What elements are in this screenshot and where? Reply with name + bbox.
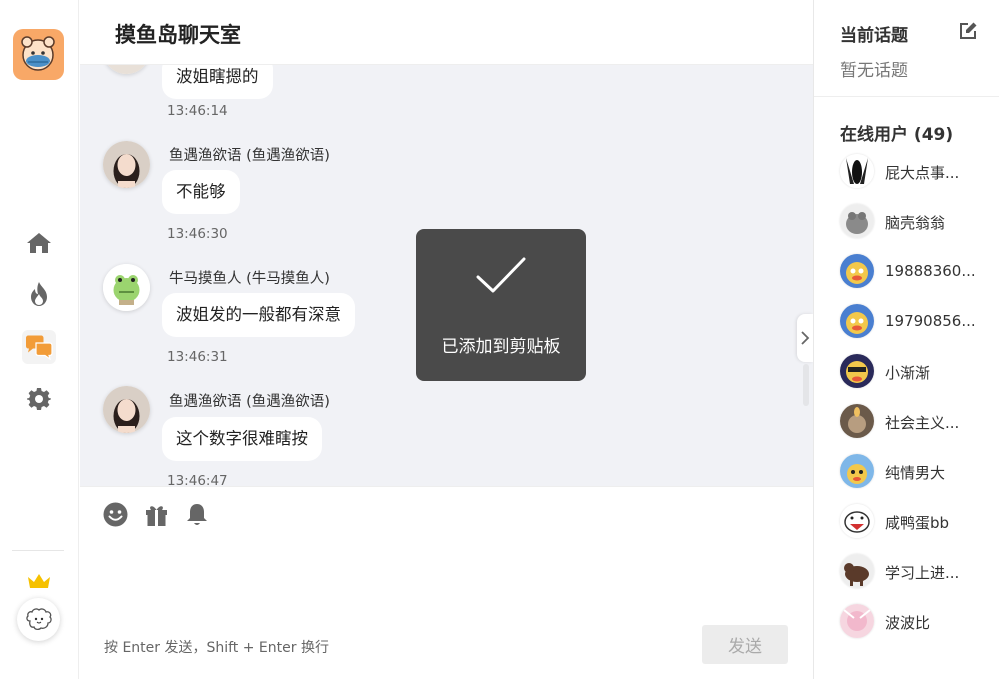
user-name: 小渐渐 <box>885 364 931 382</box>
gift-icon[interactable] <box>143 501 169 527</box>
online-users-title: 在线用户 (49) <box>840 125 954 145</box>
topic-title: 当前话题 <box>840 26 908 46</box>
left-nav <box>0 0 79 679</box>
chevron-right-icon <box>801 331 810 345</box>
message-bubble[interactable]: 这个数字很难瞎按 <box>162 417 322 461</box>
user-avatar <box>840 354 874 388</box>
online-user[interactable]: 社会主义... <box>840 404 990 438</box>
message-avatar[interactable] <box>103 264 150 311</box>
send-hint: 按 Enter 发送，Shift + Enter 换行 <box>104 640 329 656</box>
nav-divider <box>12 550 64 551</box>
message-bubble[interactable]: 波姐发的一般都有深意 <box>162 293 355 337</box>
online-user[interactable]: 19888360... <box>840 254 990 288</box>
page-title: 摸鱼岛聊天室 <box>115 23 241 47</box>
copied-toast: 已添加到剪贴板 <box>416 229 586 381</box>
online-user[interactable]: 学习上进... <box>840 554 990 588</box>
fire-icon[interactable] <box>22 277 56 311</box>
online-user[interactable]: 屁大点事... <box>840 154 990 188</box>
user-avatar <box>840 254 874 288</box>
user-name: 脑壳翁翁 <box>885 214 946 232</box>
user-name: 社会主义... <box>885 414 960 432</box>
message-sender[interactable]: 牛马摸鱼人 (牛马摸鱼人) <box>169 267 330 288</box>
home-icon[interactable] <box>22 226 56 260</box>
checkmark-icon <box>475 255 527 299</box>
user-name: 学习上进... <box>885 564 960 582</box>
edit-icon[interactable] <box>957 20 979 42</box>
user-avatar <box>840 404 874 438</box>
message-time: 13:46:14 <box>167 103 228 119</box>
online-user[interactable]: 19790856... <box>840 304 990 338</box>
message-time: 13:46:30 <box>167 226 228 242</box>
user-avatar <box>840 304 874 338</box>
send-button[interactable]: 发送 <box>702 625 788 664</box>
message-bubble[interactable]: 波姐瞎摁的 <box>162 65 273 99</box>
online-user[interactable]: 咸鸭蛋bb <box>840 504 990 538</box>
collapse-panel-button[interactable] <box>797 314 813 362</box>
right-panel: 当前话题 暂无话题 在线用户 (49) 屁大点事... 脑壳翁翁 1988836… <box>813 0 999 679</box>
crown-icon[interactable] <box>27 572 51 590</box>
message-avatar[interactable] <box>103 65 150 74</box>
user-avatar <box>840 504 874 538</box>
user-name: 19888360... <box>885 262 976 280</box>
message-time: 13:46:47 <box>167 473 228 486</box>
message-input[interactable] <box>100 537 790 617</box>
message-bubble[interactable]: 不能够 <box>162 170 240 214</box>
message-time: 13:46:31 <box>167 349 228 365</box>
message-scrollbar[interactable] <box>803 364 809 406</box>
message-avatar[interactable] <box>103 141 150 188</box>
current-user-avatar[interactable] <box>17 598 60 641</box>
app-logo[interactable] <box>13 29 64 80</box>
chat-icon[interactable] <box>22 330 56 364</box>
user-avatar <box>840 204 874 238</box>
emoji-icon[interactable] <box>102 501 128 527</box>
online-user[interactable]: 小渐渐 <box>840 354 990 388</box>
panel-divider <box>814 96 999 97</box>
user-name: 咸鸭蛋bb <box>885 514 950 532</box>
online-user[interactable]: 脑壳翁翁 <box>840 204 990 238</box>
bell-icon[interactable] <box>184 501 210 527</box>
user-name: 纯情男大 <box>885 464 946 482</box>
message-avatar[interactable] <box>103 386 150 433</box>
toast-message: 已添加到剪贴板 <box>441 337 561 357</box>
user-name: 19790856... <box>885 312 976 330</box>
composer: 按 Enter 发送，Shift + Enter 换行 发送 <box>80 486 813 679</box>
user-avatar <box>840 554 874 588</box>
online-user[interactable]: 波波比 <box>840 604 990 638</box>
topic-value: 暂无话题 <box>840 61 908 81</box>
gear-icon[interactable] <box>22 382 56 416</box>
user-name: 屁大点事... <box>885 164 960 182</box>
user-avatar <box>840 604 874 638</box>
user-avatar <box>840 454 874 488</box>
message-sender[interactable]: 鱼遇渔欲语 (鱼遇渔欲语) <box>169 390 330 411</box>
message-sender[interactable]: 鱼遇渔欲语 (鱼遇渔欲语) <box>169 144 330 165</box>
chat-header: 摸鱼岛聊天室 <box>80 0 813 65</box>
online-user[interactable]: 纯情男大 <box>840 454 990 488</box>
user-avatar <box>840 154 874 188</box>
user-name: 波波比 <box>885 614 931 632</box>
